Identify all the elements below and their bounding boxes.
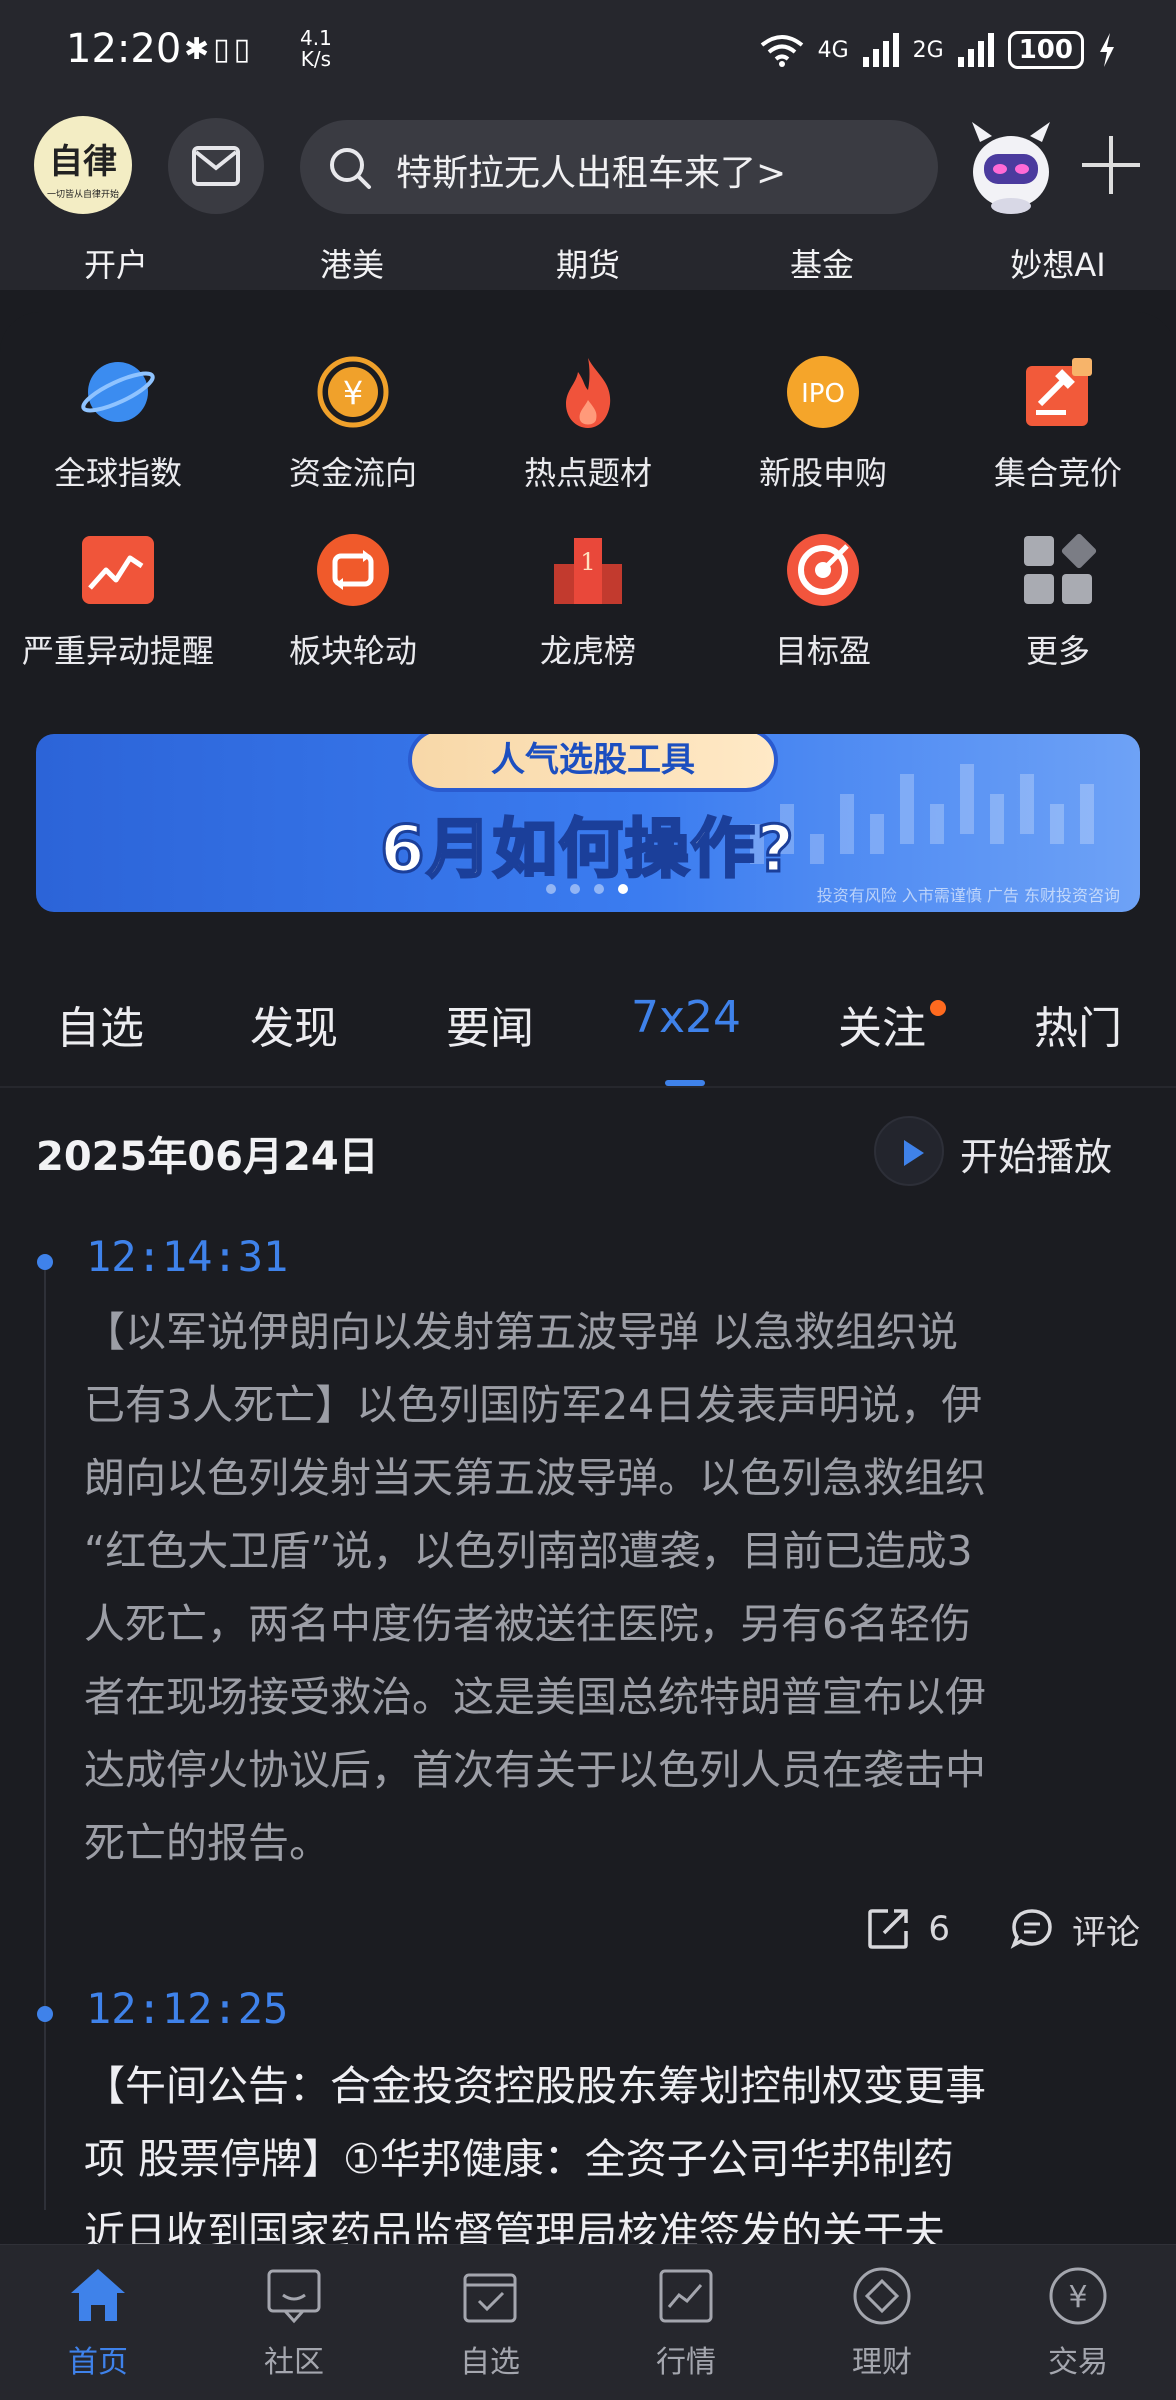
yuan-trade-icon: ¥ xyxy=(1049,2267,1107,2325)
nav-home[interactable]: 首页 xyxy=(0,2265,196,2381)
comment-button[interactable]: 评论 xyxy=(1010,1905,1140,1954)
timeline-dot xyxy=(37,2006,53,2022)
podium-icon: 1 xyxy=(554,538,622,604)
planet-icon xyxy=(81,362,155,422)
watchlist-icon xyxy=(463,2273,517,2323)
network-label-1: 4G xyxy=(817,37,849,63)
tab-7x24[interactable]: 7x24 xyxy=(588,992,784,1043)
news-actions: 6 评论 xyxy=(826,1904,1140,1954)
gavel-icon xyxy=(1026,358,1092,426)
search-hint: 特斯拉无人出租车来了> xyxy=(396,153,787,194)
feed-date: 2025年06月24日 xyxy=(36,1134,379,1180)
grid-item-auction[interactable]: 集合竞价 xyxy=(940,352,1176,512)
comment-label: 评论 xyxy=(1072,1912,1140,1953)
banner-dot xyxy=(546,884,556,894)
banner-title: 6月如何操作? xyxy=(379,812,796,889)
bottom-nav: 首页 社区 自选 行情 理财 ¥ 交易 xyxy=(0,2244,1176,2400)
ipo-icon: IPO xyxy=(787,356,859,428)
banner-dot xyxy=(594,884,604,894)
market-chart-icon xyxy=(659,2269,713,2323)
flame-icon xyxy=(566,358,611,428)
banner-dot-active xyxy=(618,884,628,894)
avatar[interactable]: 自律 一切皆从自律开始 xyxy=(34,116,132,214)
svg-text:IPO: IPO xyxy=(801,379,845,409)
quick-link-open-account[interactable]: 开户 xyxy=(16,240,216,286)
svg-text:1: 1 xyxy=(580,548,595,576)
home-icon xyxy=(71,2269,125,2321)
quick-link-hk-us[interactable]: 港美 xyxy=(252,240,452,286)
mail-button[interactable] xyxy=(168,118,264,214)
share-count: 6 xyxy=(928,1909,950,1949)
banner-dot xyxy=(570,884,580,894)
share-button[interactable]: 6 xyxy=(866,1907,950,1951)
status-right: 4G 2G 100 xyxy=(760,30,1116,70)
news-item[interactable]: 【以军说伊朗向以发射第五波导弹 以急救组织说 已有3人死亡】以色列国防军24日发… xyxy=(84,1296,1144,1880)
network-speed: 4.1 K/s xyxy=(300,26,332,71)
tab-headlines[interactable]: 要闻 xyxy=(392,992,588,1056)
signal-icon-2 xyxy=(957,33,994,67)
nav-market[interactable]: 行情 xyxy=(588,2265,784,2381)
battery-indicator: 100 xyxy=(1007,31,1084,69)
network-label-2: 2G xyxy=(912,37,944,63)
nav-trade[interactable]: ¥ 交易 xyxy=(980,2265,1176,2381)
bluetooth-vibrate-icons: ✱▯▯ xyxy=(184,32,255,67)
ai-robot-icon[interactable] xyxy=(958,114,1064,218)
charging-icon xyxy=(1100,33,1114,67)
timeline-line xyxy=(44,1260,46,2210)
yuan-coin-icon: ¥ xyxy=(317,356,389,428)
svg-text:¥: ¥ xyxy=(1068,2280,1087,2315)
quick-link-funds[interactable]: 基金 xyxy=(722,240,922,286)
tab-trending[interactable]: 热门 xyxy=(980,992,1176,1056)
comment-icon xyxy=(1010,1909,1052,1949)
target-icon xyxy=(787,534,859,606)
grid-item-more[interactable]: 更多 xyxy=(940,530,1176,690)
nav-wealth[interactable]: 理财 xyxy=(784,2265,980,2381)
signal-icon-1 xyxy=(862,33,899,67)
grid-item-ipo[interactable]: IPO 新股申购 xyxy=(705,352,941,512)
divider xyxy=(0,1086,1176,1088)
banner-pagination xyxy=(546,884,628,894)
status-bar: 12:20 ✱▯▯ 4.1 K/s 4G 2G 100 xyxy=(0,0,1176,100)
tab-following[interactable]: 关注 xyxy=(784,992,980,1056)
quick-link-ai[interactable]: 妙想AI xyxy=(958,240,1158,286)
play-label[interactable]: 开始播放 xyxy=(960,1126,1112,1181)
news-item[interactable]: 【午间公告：合金投资控股股东筹划控制权变更事 项 股票停牌】①华邦健康：全资子公… xyxy=(84,2050,1144,2269)
rotate-icon xyxy=(317,534,389,606)
add-button[interactable] xyxy=(1080,134,1142,196)
promo-banner[interactable]: 人气选股工具 6月如何操作? 投资有风险 入市需谨慎 广告 东财投资咨询 xyxy=(36,734,1140,912)
nav-watchlist[interactable]: 自选 xyxy=(392,2265,588,2381)
play-button[interactable] xyxy=(874,1116,944,1186)
status-time: 12:20 xyxy=(66,26,182,72)
trend-alert-icon xyxy=(82,536,154,604)
wifi-icon xyxy=(760,35,803,67)
news-time: 12:14:31 xyxy=(86,1232,289,1281)
chat-icon xyxy=(267,2269,321,2324)
diamond-icon xyxy=(853,2267,911,2325)
nav-community[interactable]: 社区 xyxy=(196,2265,392,2381)
mail-icon xyxy=(192,146,240,186)
svg-text:¥: ¥ xyxy=(343,374,363,412)
share-icon xyxy=(868,1909,909,1949)
grid-item-sector-rotation[interactable]: 板块轮动 xyxy=(235,530,471,690)
notification-dot xyxy=(930,1000,946,1016)
banner-tag: 人气选股工具 xyxy=(408,734,778,792)
grid-more-icon xyxy=(1024,533,1097,604)
timeline-dot xyxy=(37,1254,53,1270)
header: 自律 一切皆从自律开始 特斯拉无人出租车来了> 开户 港美 期货 基金 妙想AI xyxy=(0,100,1176,290)
grid-item-dragon-tiger-list[interactable]: 1 龙虎榜 xyxy=(470,530,706,690)
search-icon xyxy=(330,148,371,189)
search-bar[interactable]: 特斯拉无人出租车来了> xyxy=(300,120,938,214)
news-time: 12:12:25 xyxy=(86,1984,289,2033)
banner-disclaimer: 投资有风险 入市需谨慎 广告 东财投资咨询 xyxy=(816,886,1120,905)
feed-tabs: 自选 发现 要闻 7x24 关注 热门 xyxy=(0,950,1176,1090)
grid-item-target-profit[interactable]: 目标盈 xyxy=(705,530,941,690)
tab-watchlist[interactable]: 自选 xyxy=(2,992,198,1056)
grid-item-global-index[interactable]: 全球指数 xyxy=(0,352,236,512)
tab-discover[interactable]: 发现 xyxy=(196,992,392,1056)
grid-item-hot-topics[interactable]: 热点题材 xyxy=(470,352,706,512)
grid-item-fund-flow[interactable]: ¥ 资金流向 xyxy=(235,352,471,512)
grid-item-abnormal-alert[interactable]: 严重异动提醒 xyxy=(0,530,236,690)
quick-link-futures[interactable]: 期货 xyxy=(488,240,688,286)
